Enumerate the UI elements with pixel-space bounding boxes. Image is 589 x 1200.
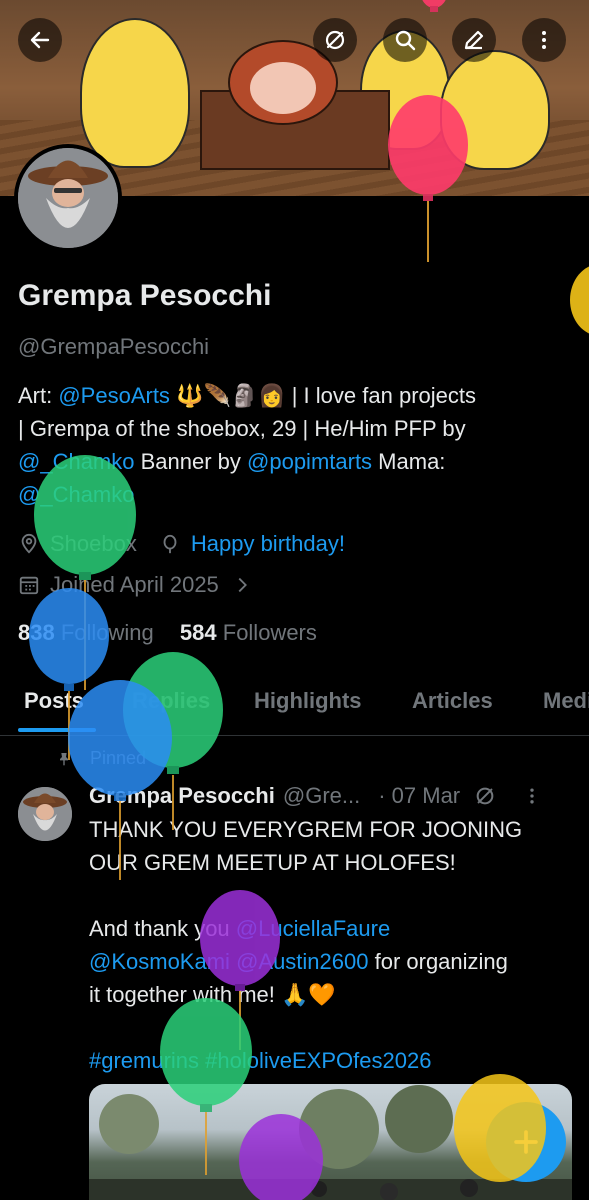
slash-circle-icon[interactable]: [474, 785, 496, 807]
profile-bio: Art: @PesoArts 🔱🪶🗿👩 | I love fan project…: [18, 379, 578, 511]
followers-count: 584: [179, 620, 217, 645]
more-button[interactable]: [522, 18, 566, 62]
bio-link-chamko-mama[interactable]: @_Chamko: [18, 482, 135, 507]
banner-character: [440, 50, 550, 170]
back-button[interactable]: [18, 18, 62, 62]
tab-media[interactable]: Media: [543, 688, 589, 714]
search-icon: [395, 30, 416, 51]
compose-button[interactable]: [486, 1102, 566, 1182]
bio-link-chamko[interactable]: @_Chamko: [18, 449, 135, 474]
pinned-label-row: Pinned: [56, 748, 146, 769]
tab-posts[interactable]: Posts: [24, 688, 84, 714]
more-vertical-icon: [542, 31, 546, 49]
bio-link-pesoarts[interactable]: @PesoArts: [58, 383, 170, 408]
pinned-label: Pinned: [90, 748, 147, 768]
bio-text: Art:: [18, 383, 59, 408]
profile-avatar[interactable]: [14, 144, 122, 252]
post-avatar-image: [18, 787, 72, 841]
profile-location: Shoebox: [50, 531, 137, 556]
balloon-yellow-edge: [570, 266, 589, 334]
post-text-part: for organizing: [368, 949, 508, 974]
pencil-icon: [464, 30, 484, 50]
bio-text: Banner by: [134, 449, 248, 474]
more-vertical-icon[interactable]: [522, 786, 542, 806]
mention-austin2600[interactable]: @Austin2600: [236, 949, 368, 974]
bio-text: | I love fan projects: [291, 383, 476, 408]
hashtag-hololiveexpofes2026[interactable]: #hololiveEXPOfes2026: [205, 1048, 431, 1073]
post-date[interactable]: · 07 Mar: [378, 783, 460, 809]
slash-circle-icon: [325, 30, 345, 50]
profile-joined: Joined April 2025: [50, 572, 219, 597]
profile-name: Grempa Pesocchi: [18, 279, 272, 312]
post-author-name[interactable]: Grempa Pesocchi: [89, 783, 275, 809]
mention-kosmokami[interactable]: @KosmoKami: [89, 949, 230, 974]
plus-icon: [514, 1130, 538, 1154]
post-line: it together with me! 🙏🧡: [89, 982, 336, 1007]
profile-joined-row[interactable]: Joined April 2025: [18, 572, 253, 598]
bio-text: Mama:: [372, 449, 446, 474]
grok-button[interactable]: [313, 18, 357, 62]
search-button[interactable]: [383, 18, 427, 62]
following-label: Following: [60, 620, 154, 645]
post-author-handle[interactable]: @Gre...: [283, 783, 360, 809]
post-blank-line: [89, 879, 579, 912]
edit-button[interactable]: [452, 18, 496, 62]
tab-active-indicator: [18, 728, 96, 732]
pin-icon: [60, 752, 68, 766]
profile-handle: @GrempaPesocchi: [18, 334, 210, 359]
tab-replies[interactable]: Replies: [132, 688, 210, 714]
post-text: THANK YOU EVERYGREM FOR JOONING OUR GREM…: [89, 813, 579, 1077]
tab-highlights[interactable]: Highlights: [254, 688, 362, 714]
tab-articles[interactable]: Articles: [412, 688, 493, 714]
bio-link-popimtarts[interactable]: @popimtarts: [247, 449, 372, 474]
post-text-part: And thank you: [89, 916, 236, 941]
profile-birthday[interactable]: Happy birthday!: [191, 531, 345, 557]
followers-label: Followers: [222, 620, 317, 645]
post-line: OUR GREM MEETUP AT HOLOFES!: [89, 850, 456, 875]
bio-emojis: 🔱🪶🗿👩: [169, 383, 292, 408]
post-blank-line: [89, 1011, 579, 1044]
mention-luciellafaure[interactable]: @LuciellaFaure: [236, 916, 390, 941]
arrow-left-icon: [30, 31, 50, 49]
post-header: Grempa Pesocchi @Gre... · 07 Mar: [89, 783, 542, 809]
location-pin-icon: [21, 533, 37, 554]
following-link[interactable]: 838 Following: [18, 620, 154, 645]
banner-character: [80, 18, 190, 168]
calendar-icon: [19, 576, 39, 595]
hashtag-gremurins[interactable]: #gremurins: [89, 1048, 199, 1073]
following-count: 838: [18, 620, 55, 645]
profile-follow-stats: 838 Following 584 Followers: [18, 620, 317, 646]
followers-link[interactable]: 584 Followers: [180, 620, 317, 645]
chevron-right-icon: [238, 577, 247, 593]
avatar-image: [18, 148, 118, 248]
balloon-icon: [163, 534, 177, 554]
bio-text: | Grempa of the shoebox, 29 | He/Him PFP…: [18, 416, 466, 441]
profile-location-row: Shoebox Happy birthday!: [18, 531, 345, 557]
post-line: THANK YOU EVERYGREM FOR JOONING: [89, 817, 523, 842]
profile-tabs: Posts Replies Highlights Articles Media: [0, 684, 589, 736]
post-avatar[interactable]: [18, 787, 72, 841]
banner-character-face: [250, 62, 316, 114]
